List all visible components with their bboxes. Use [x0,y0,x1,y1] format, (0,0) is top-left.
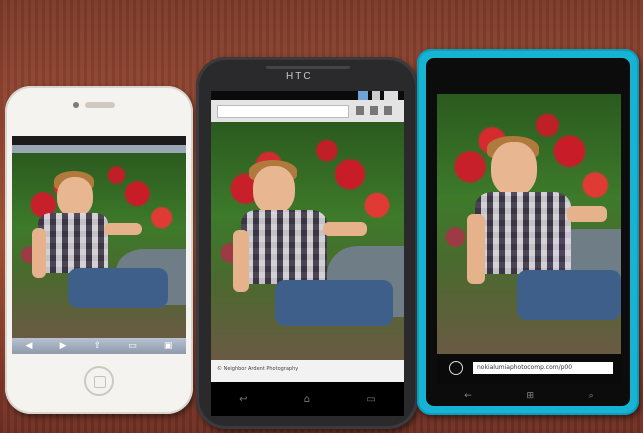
home-button[interactable] [84,366,114,396]
safari-address-bar[interactable] [12,145,186,153]
photo-boy-in-plaid [437,94,621,354]
android-nav-bar: ↩ ⌂ ▭ [211,382,404,416]
htc-screen[interactable]: © Neighbor Ardent Photography ↩ ⌂ ▭ [211,91,404,416]
bookmarks-icon[interactable]: ▭ [128,341,137,351]
search-icon[interactable]: ⌕ [589,391,594,401]
tabs-icon[interactable]: ▣ [164,341,173,351]
ie-address-bar[interactable]: nokialumiaphotocomp.com/p00 [437,354,621,384]
status-bar [12,136,186,145]
recent-apps-icon[interactable]: ▭ [366,394,375,405]
forward-icon[interactable]: ▶ [60,341,67,351]
browser-icons [356,106,396,115]
photo-caption-strip: © Neighbor Ardent Photography [211,360,404,382]
back-icon[interactable]: ◀ [26,341,33,351]
earpiece-speaker [266,66,350,69]
htc-device: HTC © Neighbor Ardent Photography ↩ ⌂ ▭ [196,57,418,429]
iphone-device: ◀ ▶ ⇪ ▭ ▣ [5,86,193,414]
iphone-screen[interactable]: ◀ ▶ ⇪ ▭ ▣ [12,136,186,354]
url-field[interactable] [217,105,349,118]
back-icon[interactable]: ← [464,391,472,401]
lumia-screen[interactable]: nokialumiaphotocomp.com/p00 [437,94,621,384]
browser-address-bar[interactable] [211,100,404,122]
photo-boy-in-plaid [211,122,404,360]
windows-phone-nav: ← ⊞ ⌕ [437,391,621,401]
htc-logo: HTC [286,71,313,82]
front-camera [73,102,79,108]
safari-toolbar: ◀ ▶ ⇪ ▭ ▣ [12,338,186,354]
back-icon[interactable]: ↩ [239,394,247,405]
lumia-device: nokialumiaphotocomp.com/p00 ← ⊞ ⌕ [417,49,639,415]
url-field[interactable]: nokialumiaphotocomp.com/p00 [473,362,613,374]
share-icon[interactable]: ⇪ [94,341,102,351]
home-icon[interactable]: ⌂ [304,394,310,405]
status-bar [211,91,404,100]
earpiece-speaker [85,102,115,108]
photo-caption: © Neighbor Ardent Photography [217,366,299,372]
refresh-icon[interactable] [449,361,463,375]
windows-start-icon[interactable]: ⊞ [526,391,534,401]
photo-boy-in-plaid [12,153,186,338]
